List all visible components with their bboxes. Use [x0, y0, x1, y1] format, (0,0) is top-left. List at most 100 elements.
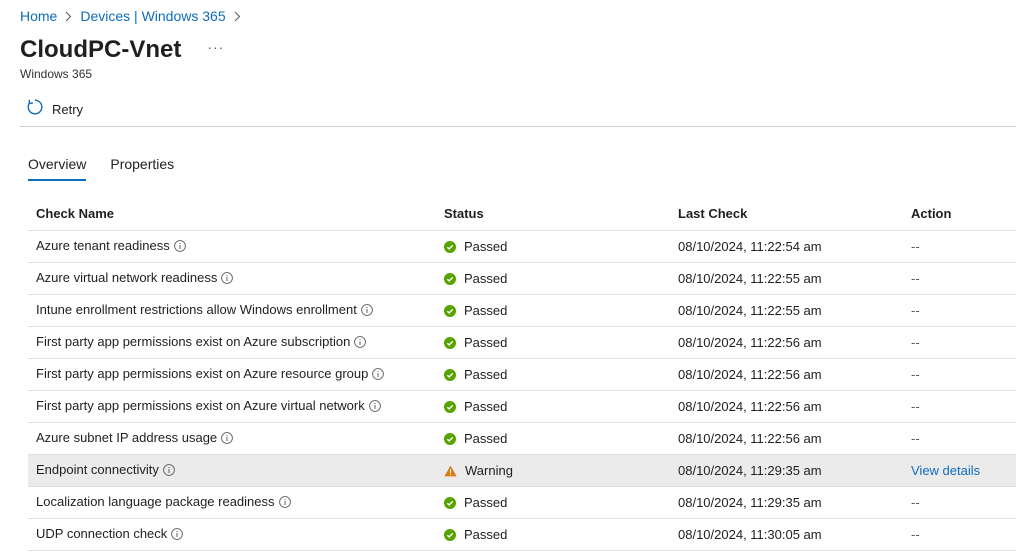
info-icon[interactable] [221, 272, 234, 287]
check-name: First party app permissions exist on Azu… [36, 366, 369, 381]
table-row[interactable]: Intune enrollment restrictions allow Win… [28, 294, 1016, 327]
chevron-right-icon [65, 11, 72, 22]
status-cell: Passed [436, 358, 670, 391]
action-cell: View details [903, 454, 1016, 487]
column-header-action[interactable]: Action [903, 196, 1016, 231]
page-title: CloudPC-Vnet [20, 36, 182, 63]
status-text: Passed [464, 495, 508, 510]
action-placeholder: -- [911, 431, 920, 446]
column-header-check-name[interactable]: Check Name [28, 196, 436, 231]
check-name-cell: UDP connection check [28, 518, 436, 551]
check-name-cell: First party app permissions exist on Azu… [28, 358, 436, 391]
status-cell: Passed [436, 262, 670, 295]
check-circle-icon [444, 528, 456, 541]
info-icon[interactable] [173, 240, 186, 255]
status-cell: Passed [436, 486, 670, 519]
check-name-cell: First party app permissions exist on Azu… [28, 390, 436, 423]
action-cell: -- [903, 358, 1016, 391]
table-row[interactable]: First party app permissions exist on Azu… [28, 390, 1016, 423]
chevron-right-icon [234, 11, 241, 22]
column-header-status[interactable]: Status [436, 196, 670, 231]
last-check-cell: 08/10/2024, 11:29:35 am [670, 454, 903, 487]
check-circle-icon [444, 368, 456, 381]
status-cell: Warning [436, 454, 670, 487]
table-row[interactable]: Azure tenant readiness Passed 08/10/2024, … [28, 230, 1016, 263]
action-placeholder: -- [911, 527, 920, 542]
status-cell: Passed [436, 326, 670, 359]
check-circle-icon [444, 304, 456, 317]
action-cell: -- [903, 422, 1016, 455]
info-icon[interactable] [163, 464, 175, 479]
info-icon[interactable] [221, 432, 234, 447]
check-circle-icon [444, 400, 456, 413]
action-placeholder: -- [911, 495, 920, 510]
check-name: Azure tenant readiness [36, 238, 170, 253]
check-name: Localization language package readiness [36, 494, 275, 509]
view-details-link[interactable]: View details [911, 463, 980, 478]
status-cell: Passed [436, 230, 670, 263]
check-name-cell: Localization language package readiness [28, 486, 436, 519]
last-check-cell: 08/10/2024, 11:22:56 am [670, 358, 903, 391]
table-row[interactable]: Localization language package readiness P… [28, 486, 1016, 519]
info-icon[interactable] [372, 368, 385, 383]
tab-overview[interactable]: Overview [28, 156, 87, 181]
check-name-cell: Azure subnet IP address usage [28, 422, 436, 455]
check-circle-icon [444, 432, 456, 445]
last-check-cell: 08/10/2024, 11:30:05 am [670, 518, 903, 551]
status-text: Passed [464, 527, 508, 542]
action-placeholder: -- [911, 335, 920, 350]
check-name-cell: Endpoint connectivity [28, 454, 436, 487]
table-row[interactable]: UDP connection check Passed 08/10/2024, 11… [28, 518, 1016, 551]
last-check-cell: 08/10/2024, 11:29:35 am [670, 486, 903, 519]
info-icon[interactable] [354, 336, 367, 351]
last-check-cell: 08/10/2024, 11:22:56 am [670, 422, 903, 455]
refresh-icon [26, 98, 44, 121]
tab-properties[interactable]: Properties [110, 156, 174, 181]
last-check-cell: 08/10/2024, 11:22:55 am [670, 262, 903, 295]
more-options-button[interactable]: ··· [207, 39, 224, 55]
column-header-last-check[interactable]: Last Check [670, 196, 903, 231]
check-name: First party app permissions exist on Azu… [36, 398, 365, 413]
table-row[interactable]: Endpoint connectivity Warning 08/10/2024, … [28, 454, 1016, 487]
action-placeholder: -- [911, 303, 920, 318]
warning-triangle-icon [444, 465, 457, 477]
action-cell: -- [903, 390, 1016, 423]
table-row[interactable]: Azure virtual network readiness Passed 08/… [28, 262, 1016, 295]
status-text: Passed [464, 367, 508, 382]
info-icon[interactable] [368, 400, 381, 415]
check-name: Intune enrollment restrictions allow Win… [36, 302, 357, 317]
status-text: Warning [465, 463, 513, 478]
last-check-cell: 08/10/2024, 11:22:56 am [670, 326, 903, 359]
action-placeholder: -- [911, 367, 920, 382]
last-check-cell: 08/10/2024, 11:22:54 am [670, 230, 903, 263]
check-name-cell: First party app permissions exist on Azu… [28, 326, 436, 359]
action-cell: -- [903, 230, 1016, 263]
breadcrumb: Home Devices | Windows 365 [20, 8, 249, 24]
info-icon[interactable] [360, 304, 373, 319]
check-name-cell: Azure virtual network readiness [28, 262, 436, 295]
table-row[interactable]: Azure subnet IP address usage Passed 08/10… [28, 422, 1016, 455]
action-placeholder: -- [911, 271, 920, 286]
check-name: Endpoint connectivity [36, 462, 159, 477]
last-check-cell: 08/10/2024, 11:22:55 am [670, 294, 903, 327]
action-cell: -- [903, 294, 1016, 327]
check-circle-icon [444, 272, 456, 285]
info-icon[interactable] [171, 528, 184, 543]
retry-button[interactable]: Retry [26, 98, 83, 121]
table-row[interactable]: First party app permissions exist on Azu… [28, 358, 1016, 391]
table-row[interactable]: First party app permissions exist on Azu… [28, 326, 1016, 359]
status-text: Passed [464, 303, 508, 318]
table-header-row: Check Name Status Last Check Action [28, 196, 1016, 231]
action-cell: -- [903, 486, 1016, 519]
check-name: Azure subnet IP address usage [36, 430, 218, 445]
breadcrumb-home[interactable]: Home [20, 8, 57, 24]
status-text: Passed [464, 399, 508, 414]
action-cell: -- [903, 326, 1016, 359]
status-cell: Passed [436, 390, 670, 423]
status-cell: Passed [436, 518, 670, 551]
info-icon[interactable] [278, 496, 291, 511]
action-cell: -- [903, 262, 1016, 295]
breadcrumb-devices[interactable]: Devices | Windows 365 [80, 8, 225, 24]
check-name: First party app permissions exist on Azu… [36, 334, 351, 349]
status-text: Passed [464, 239, 508, 254]
